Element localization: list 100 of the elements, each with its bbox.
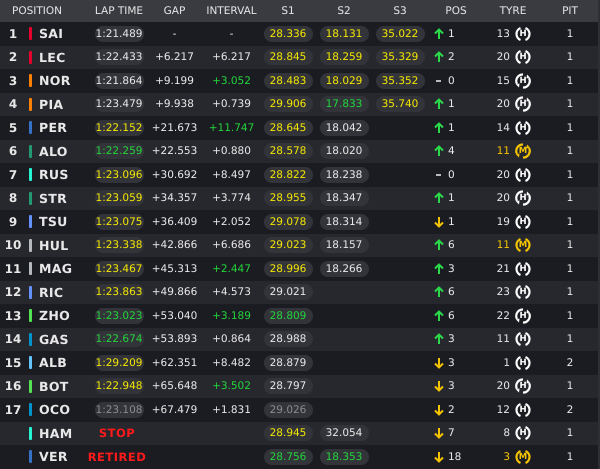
driver-code: STR	[39, 190, 68, 206]
tyre-laps: 20	[496, 51, 510, 64]
interval-value: +2.447	[212, 262, 251, 275]
position-number: 4	[8, 97, 18, 112]
tyre-compound: H	[519, 216, 527, 227]
driver-code: ZHO	[39, 308, 70, 324]
tyre-laps: 1	[502, 356, 510, 369]
position-change: 18	[448, 450, 462, 463]
sector-time: 28.845	[264, 49, 312, 66]
lap-time: 1:23.863	[94, 284, 144, 300]
driver-code: TSU	[39, 214, 68, 230]
position-number: 3	[8, 74, 18, 88]
sector-time: 28.879	[264, 354, 312, 371]
tyre-laps: 20	[496, 192, 510, 204]
column-header: GAP	[162, 5, 186, 17]
interval-value: -	[230, 28, 234, 40]
driver-code: GAS	[39, 332, 69, 347]
driver-code: PER	[39, 120, 68, 136]
pit-count: 1	[566, 51, 574, 64]
tyre-compound: M	[518, 452, 528, 462]
position-change: 6	[448, 310, 456, 322]
tyre-laps: 3	[502, 450, 510, 463]
pit-count: 1	[566, 216, 574, 228]
sector-time: 35.022	[376, 26, 424, 42]
interval-value: +8.497	[212, 168, 251, 181]
driver-code: NOR	[39, 73, 71, 88]
gap-value: +30.692	[152, 168, 198, 181]
sector-time: 28.955	[264, 190, 312, 206]
tyre-laps: 20	[496, 380, 510, 392]
lap-time: 1:22.152	[94, 120, 144, 136]
interval-value: +0.864	[212, 333, 251, 346]
position-change: 2	[448, 51, 456, 64]
driver-code: LEC	[39, 50, 66, 65]
sector-time: 32.054	[320, 425, 368, 442]
tyre-compound: H	[519, 28, 527, 39]
driver-code: SAI	[39, 26, 64, 42]
tyre-compound: H	[519, 170, 527, 180]
driver-code: HUL	[39, 238, 68, 253]
column-header: LAP TIME	[94, 5, 144, 17]
sector-time: 28.578	[264, 143, 312, 160]
tyre-laps: 8	[502, 427, 510, 440]
position-change: 1	[448, 122, 456, 134]
sector-time: 35.740	[376, 96, 424, 112]
sector-time: 18.347	[320, 190, 368, 206]
column-header: POS	[444, 5, 468, 17]
column-header: PIT	[561, 5, 579, 17]
sector-time: 28.483	[264, 72, 312, 89]
gap-value: +42.866	[152, 239, 198, 252]
pit-count: 1	[566, 286, 574, 298]
column-header: INTERVAL	[205, 5, 258, 17]
gap-value: +9.199	[155, 74, 194, 87]
position-change: 0	[448, 168, 456, 181]
lap-time: 1:23.108	[94, 402, 144, 418]
lap-time: 1:29.209	[94, 354, 144, 371]
interval-value: +6.686	[212, 239, 251, 252]
interval-value: +11.747	[208, 122, 254, 134]
sector-time: 18.238	[320, 166, 368, 183]
lap-time: 1:22.674	[94, 331, 144, 348]
sector-time: 17.833	[320, 96, 368, 112]
position-change: 1	[448, 216, 456, 228]
driver-code: HAM	[39, 426, 72, 441]
gap-value: +36.409	[152, 216, 198, 228]
lap-time: 1:23.059	[94, 190, 144, 206]
tyre-laps: 14	[496, 122, 510, 134]
position-number: 15	[4, 356, 22, 370]
tyre-compound: H	[519, 52, 527, 62]
column-header: S2	[336, 5, 352, 17]
tyre-compound: H	[519, 287, 527, 298]
tyre-laps: 21	[496, 262, 510, 275]
pit-count: 1	[566, 427, 574, 440]
position-number: 5	[8, 120, 18, 135]
tyre-compound: H	[519, 358, 527, 368]
pit-count: 1	[566, 28, 574, 40]
gap-value: +53.893	[152, 333, 198, 346]
column-header: S1	[280, 5, 296, 17]
driver-code: MAG	[39, 261, 72, 276]
interval-value: +3.052	[212, 74, 251, 87]
sector-time: 29.021	[264, 284, 312, 300]
pit-count: 1	[566, 380, 574, 392]
position-number: 8	[8, 191, 18, 206]
position-change: 2	[448, 404, 456, 416]
sector-time: 28.645	[264, 120, 312, 136]
tyre-laps: 11	[496, 145, 510, 158]
sector-time: 18.131	[320, 26, 368, 42]
driver-code: ALO	[39, 144, 68, 159]
interval-value: +3.774	[212, 192, 251, 204]
pit-count: 1	[566, 74, 574, 87]
lap-time: 1:23.096	[94, 166, 144, 183]
position-change: 3	[448, 356, 456, 369]
sector-time: 29.078	[264, 214, 312, 230]
gap-value: +6.217	[155, 51, 194, 64]
gap-value: +53.040	[152, 310, 198, 322]
tyre-laps: 20	[496, 168, 510, 181]
gap-value: +65.648	[152, 380, 198, 392]
tyre-laps: 11	[496, 239, 510, 252]
lap-time: 1:23.075	[94, 214, 144, 230]
position-change: 6	[448, 239, 456, 252]
tyre-compound: H	[519, 334, 527, 344]
tyre-compound: H	[519, 76, 527, 86]
lap-time: 1:23.338	[94, 237, 144, 254]
